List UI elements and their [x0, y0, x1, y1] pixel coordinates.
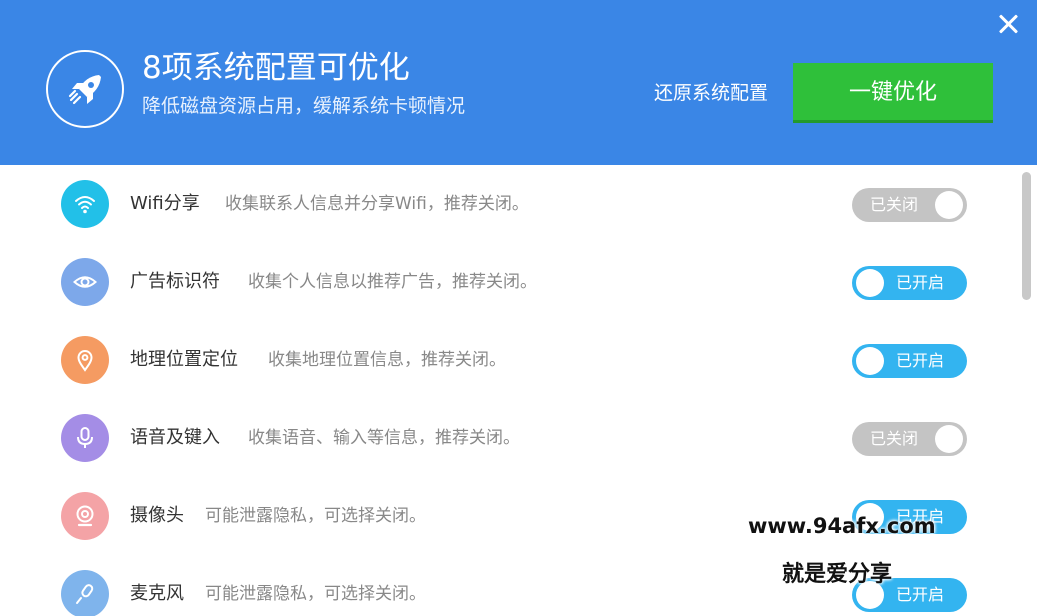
wifi-share-toggle[interactable]: 已关闭 [852, 188, 967, 222]
header-banner: 8项系统配置可优化 降低磁盘资源占用，缓解系统卡顿情况 还原系统配置 一键优化 [0, 0, 1037, 165]
item-name: 麦克风 [130, 583, 184, 604]
item-name: Wifi分享 [130, 193, 200, 214]
speech-typing-toggle[interactable]: 已关闭 [852, 422, 967, 456]
one-click-optimize-button[interactable]: 一键优化 [793, 63, 993, 123]
toggle-knob [856, 269, 884, 297]
list-item: 广告标识符 收集个人信息以推荐广告，推荐关闭。 已开启 [0, 243, 1010, 321]
microphone-icon [61, 414, 109, 462]
toggle-knob [935, 425, 963, 453]
page-title: 8项系统配置可优化 [142, 50, 410, 86]
close-icon[interactable] [995, 10, 1023, 38]
toggle-knob [935, 191, 963, 219]
list-item: 语音及键入 收集语音、输入等信息，推荐关闭。 已关闭 [0, 399, 1010, 477]
item-name: 地理位置定位 [130, 349, 238, 370]
settings-list: Wifi分享 收集联系人信息并分享Wifi，推荐关闭。 已关闭 广告标识符 收集… [0, 165, 1020, 616]
wifi-icon [61, 180, 109, 228]
toggle-status-label: 已开启 [896, 351, 945, 370]
scrollbar-thumb[interactable] [1022, 172, 1031, 300]
camera-icon [61, 492, 109, 540]
restore-config-link[interactable]: 还原系统配置 [654, 80, 768, 106]
page-subtitle: 降低磁盘资源占用，缓解系统卡顿情况 [142, 95, 466, 117]
toggle-status-label: 已开启 [896, 273, 945, 292]
list-item: 地理位置定位 收集地理位置信息，推荐关闭。 已开启 [0, 321, 1010, 399]
microphone-icon [61, 570, 109, 616]
item-name: 语音及键入 [130, 427, 220, 448]
toggle-status-label: 已关闭 [870, 429, 919, 448]
item-description: 收集联系人信息并分享Wifi，推荐关闭。 [225, 194, 529, 214]
eye-icon [61, 258, 109, 306]
item-description: 收集个人信息以推荐广告，推荐关闭。 [248, 272, 537, 292]
item-name: 广告标识符 [130, 271, 220, 292]
optimizer-window: 8项系统配置可优化 降低磁盘资源占用，缓解系统卡顿情况 还原系统配置 一键优化 … [0, 0, 1037, 616]
item-description: 可能泄露隐私，可选择关闭。 [205, 506, 426, 526]
watermark-slogan: 就是爱分享 [782, 562, 893, 587]
toggle-status-label: 已关闭 [870, 195, 919, 214]
item-description: 收集语音、输入等信息，推荐关闭。 [248, 428, 520, 448]
rocket-icon [46, 50, 124, 128]
watermark-url: www.94afx.com [748, 514, 936, 538]
item-name: 摄像头 [130, 505, 184, 526]
location-pin-icon [61, 336, 109, 384]
ad-identifier-toggle[interactable]: 已开启 [852, 266, 967, 300]
toggle-status-label: 已开启 [896, 585, 945, 604]
item-description: 可能泄露隐私，可选择关闭。 [205, 584, 426, 604]
item-description: 收集地理位置信息，推荐关闭。 [268, 350, 506, 370]
list-item: Wifi分享 收集联系人信息并分享Wifi，推荐关闭。 已关闭 [0, 165, 1010, 243]
toggle-knob [856, 347, 884, 375]
location-toggle[interactable]: 已开启 [852, 344, 967, 378]
